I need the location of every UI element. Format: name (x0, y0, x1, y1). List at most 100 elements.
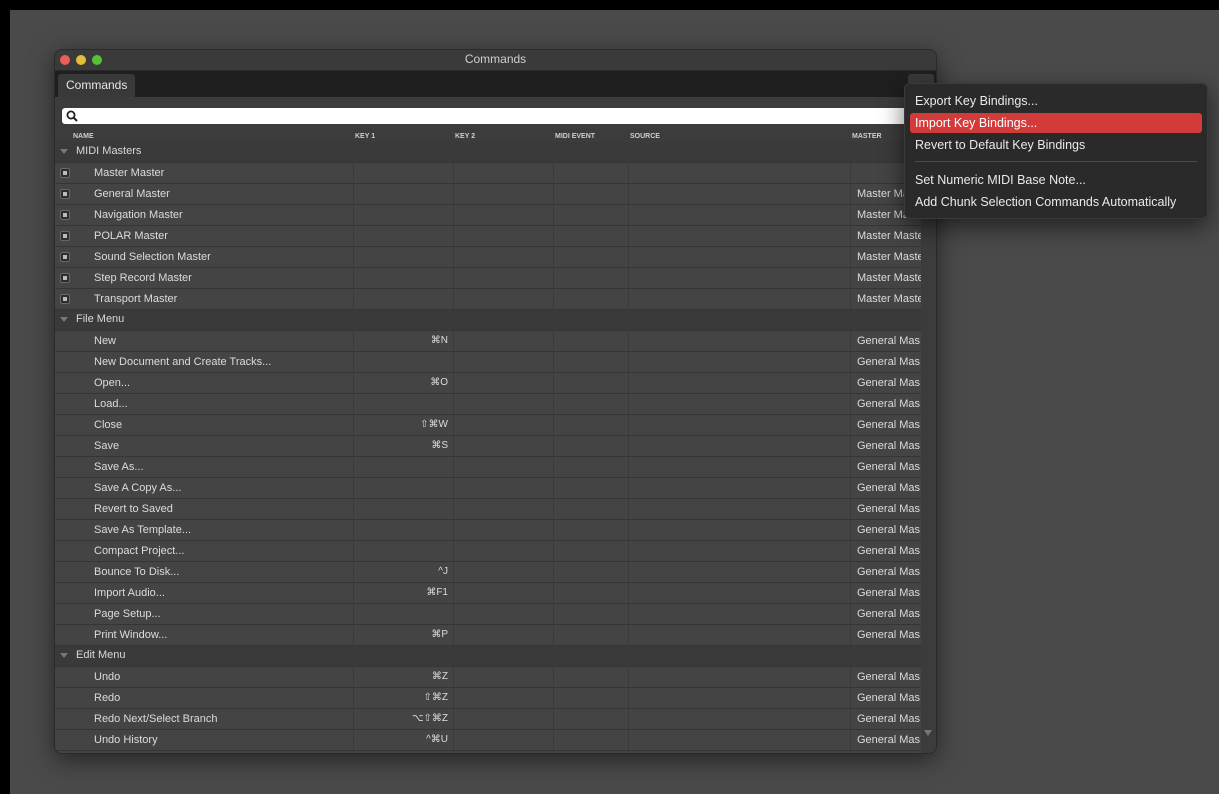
menu-item-import-key-bindings[interactable]: Import Key Bindings... (910, 113, 1202, 133)
master-checkbox[interactable] (60, 189, 70, 199)
group-row[interactable]: File Menu (55, 310, 921, 331)
source-cell[interactable] (628, 499, 850, 519)
midi-event-cell[interactable] (553, 436, 628, 456)
key1-cell[interactable]: ⌥⇧⌘Z (353, 709, 453, 729)
disclosure-triangle-icon[interactable] (60, 149, 68, 154)
key1-cell[interactable] (353, 394, 453, 414)
table-row[interactable]: Save ⌘S General Mas (55, 436, 921, 457)
source-cell[interactable] (628, 625, 850, 645)
search-field[interactable] (62, 108, 922, 124)
master-cell[interactable]: Master Maste (850, 226, 921, 246)
table-row[interactable]: Redo Next/Select Branch ⌥⇧⌘Z General Mas (55, 709, 921, 730)
source-cell[interactable] (628, 562, 850, 582)
tab-commands[interactable]: Commands (58, 74, 136, 97)
master-cell[interactable]: General Mas (850, 373, 921, 393)
key2-cell[interactable] (453, 730, 553, 750)
col-midi-event[interactable]: MIDI EVENT (555, 133, 595, 140)
key1-cell[interactable] (353, 478, 453, 498)
source-cell[interactable] (628, 205, 850, 225)
master-checkbox[interactable] (60, 231, 70, 241)
col-key1[interactable]: KEY 1 (355, 133, 375, 140)
key1-cell[interactable]: ⌘N (353, 331, 453, 351)
source-cell[interactable] (628, 541, 850, 561)
master-cell[interactable]: General Mas (850, 499, 921, 519)
source-cell[interactable] (628, 331, 850, 351)
table-row[interactable]: New Document and Create Tracks... General… (55, 352, 921, 373)
col-master[interactable]: MASTER (852, 133, 882, 140)
midi-event-cell[interactable] (553, 268, 628, 288)
key2-cell[interactable] (453, 604, 553, 624)
midi-event-cell[interactable] (553, 520, 628, 540)
master-cell[interactable]: Master Maste (850, 289, 921, 309)
col-name[interactable]: NAME (73, 133, 94, 140)
master-cell[interactable]: General Mas (850, 604, 921, 624)
midi-event-cell[interactable] (553, 730, 628, 750)
source-cell[interactable] (628, 730, 850, 750)
menu-item-add-chunk-selection[interactable]: Add Chunk Selection Commands Automatical… (910, 192, 1202, 212)
key2-cell[interactable] (453, 289, 553, 309)
table-row[interactable]: Redo ⇧⌘Z General Mas (55, 688, 921, 709)
table-row[interactable]: Load... General Mas (55, 394, 921, 415)
table-row[interactable]: Open... ⌘O General Mas (55, 373, 921, 394)
source-cell[interactable] (628, 520, 850, 540)
col-key2[interactable]: KEY 2 (455, 133, 475, 140)
key1-cell[interactable]: ⇧⌘W (353, 415, 453, 435)
key1-cell[interactable] (353, 604, 453, 624)
key1-cell[interactable] (353, 457, 453, 477)
group-row[interactable]: MIDI Masters (55, 142, 921, 163)
key1-cell[interactable]: ⌘P (353, 625, 453, 645)
key1-cell[interactable]: ⌘Z (353, 667, 453, 687)
key2-cell[interactable] (453, 520, 553, 540)
midi-event-cell[interactable] (553, 625, 628, 645)
key2-cell[interactable] (453, 373, 553, 393)
key1-cell[interactable]: ⌘F1 (353, 583, 453, 603)
source-cell[interactable] (628, 289, 850, 309)
table-row[interactable]: Step Record Master Master Maste (55, 268, 921, 289)
title-bar[interactable]: Commands (55, 50, 936, 71)
midi-event-cell[interactable] (553, 751, 628, 753)
key1-cell[interactable] (353, 247, 453, 267)
key1-cell[interactable] (353, 499, 453, 519)
key2-cell[interactable] (453, 457, 553, 477)
key2-cell[interactable] (453, 562, 553, 582)
table-row[interactable]: Save As Template... General Mas (55, 520, 921, 541)
midi-event-cell[interactable] (553, 163, 628, 183)
source-cell[interactable] (628, 457, 850, 477)
source-cell[interactable] (628, 415, 850, 435)
midi-event-cell[interactable] (553, 541, 628, 561)
table-row[interactable]: Cut⌘X General Mas (55, 751, 921, 753)
key2-cell[interactable] (453, 247, 553, 267)
table-row[interactable]: Save A Copy As... General Mas (55, 478, 921, 499)
master-cell[interactable]: Master Maste (850, 247, 921, 267)
disclosure-triangle-icon[interactable] (60, 317, 68, 322)
table-row[interactable]: General Master Master Ma (55, 184, 921, 205)
table-row[interactable]: Revert to Saved General Mas (55, 499, 921, 520)
master-cell[interactable]: General Mas (850, 520, 921, 540)
master-cell[interactable]: General Mas (850, 436, 921, 456)
key1-cell[interactable]: ⌘S (353, 436, 453, 456)
source-cell[interactable] (628, 268, 850, 288)
master-cell[interactable]: General Mas (850, 352, 921, 372)
midi-event-cell[interactable] (553, 184, 628, 204)
master-cell[interactable]: General Mas (850, 583, 921, 603)
midi-event-cell[interactable] (553, 289, 628, 309)
midi-event-cell[interactable] (553, 457, 628, 477)
key1-cell[interactable]: ⌘X (353, 751, 453, 753)
table-row[interactable]: Print Window... ⌘P General Mas (55, 625, 921, 646)
master-cell[interactable]: General Mas (850, 562, 921, 582)
source-cell[interactable] (628, 583, 850, 603)
midi-event-cell[interactable] (553, 478, 628, 498)
table-row[interactable]: Navigation Master Master Ma (55, 205, 921, 226)
master-checkbox[interactable] (60, 294, 70, 304)
key1-cell[interactable]: ^J (353, 562, 453, 582)
midi-event-cell[interactable] (553, 247, 628, 267)
master-cell[interactable]: General Mas (850, 667, 921, 687)
master-cell[interactable]: General Mas (850, 709, 921, 729)
midi-event-cell[interactable] (553, 226, 628, 246)
source-cell[interactable] (628, 604, 850, 624)
table-row[interactable]: New ⌘N General Mas (55, 331, 921, 352)
midi-event-cell[interactable] (553, 373, 628, 393)
master-cell[interactable]: General Mas (850, 394, 921, 414)
scroll-down-icon[interactable] (924, 730, 932, 736)
menu-item-export-key-bindings[interactable]: Export Key Bindings... (910, 91, 1202, 111)
